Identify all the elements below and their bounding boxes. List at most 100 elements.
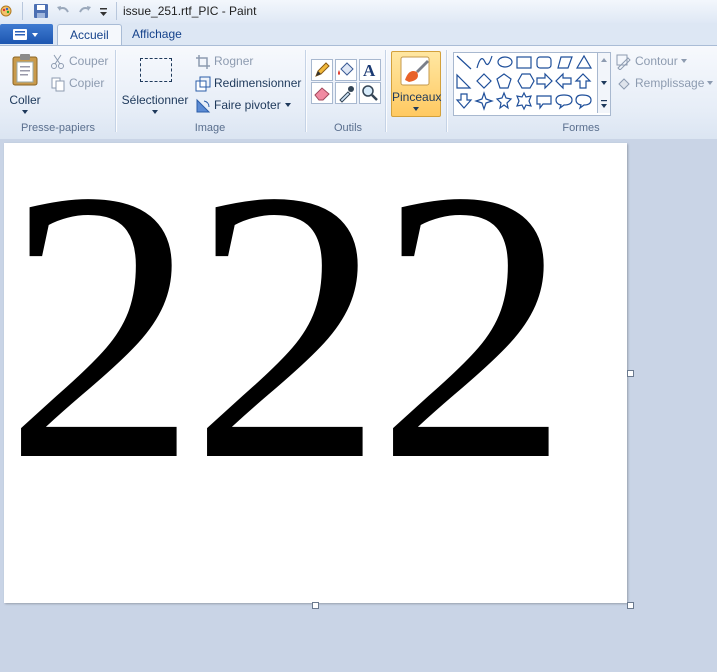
text-icon: A <box>363 61 376 80</box>
crop-label: Rogner <box>214 54 254 68</box>
paste-label: Coller <box>9 93 41 107</box>
arrow-right-shape-icon <box>536 72 553 90</box>
scroll-arrows-icon <box>601 58 607 108</box>
crop-button[interactable]: Rogner <box>195 52 253 70</box>
tools-group-label: Outils <box>333 122 363 134</box>
color-picker-tool[interactable] <box>335 82 357 104</box>
arrow-down-shape-icon <box>455 93 473 109</box>
rotate-button[interactable]: Faire pivoter <box>195 96 291 114</box>
group-divider <box>446 50 448 132</box>
brush-icon <box>400 56 430 86</box>
copy-icon <box>50 76 66 92</box>
ribbon: Coller Couper Copier Presse-papiers Séle… <box>0 45 717 140</box>
color-picker-icon <box>339 86 354 103</box>
hexagon-shape-icon <box>517 73 535 89</box>
clipboard-icon <box>12 54 38 86</box>
drawing-canvas[interactable]: 222 <box>4 143 627 603</box>
fill-shape-label: Remplissage <box>635 76 705 90</box>
divider <box>22 2 23 20</box>
select-label: Sélectionner <box>121 93 189 107</box>
title-bar: issue_251.rtf_PIC - Paint <box>0 0 717 24</box>
tab-accueil[interactable]: Accueil <box>57 24 122 46</box>
chevron-down-icon <box>680 59 687 63</box>
arrow-left-shape-icon <box>555 72 572 90</box>
arrow-up-shape-icon <box>574 73 592 89</box>
eraser-icon <box>314 87 330 101</box>
cloud-callout-shape-icon <box>575 94 592 110</box>
line-shape-icon <box>456 55 472 70</box>
magnifier-tool[interactable] <box>359 82 381 104</box>
triangle-shape-icon <box>575 54 593 69</box>
paint-app-icon[interactable] <box>0 3 16 19</box>
fill-icon <box>338 62 354 76</box>
shapes-gallery <box>453 52 611 116</box>
fill-shape-button[interactable]: Remplissage <box>616 74 714 92</box>
group-divider <box>385 50 387 132</box>
diamond-shape-icon <box>476 73 492 89</box>
redo-icon[interactable] <box>77 3 93 19</box>
drawing-workspace[interactable]: 222 <box>0 139 717 672</box>
divider <box>116 2 117 20</box>
curve-shape-icon <box>476 55 493 69</box>
ribbon-tab-row: Accueil Affichage <box>0 23 717 46</box>
resize-button[interactable]: Redimensionner <box>195 74 301 92</box>
brushes-button[interactable]: Pinceaux <box>391 51 441 117</box>
scissors-icon <box>50 54 66 70</box>
rotate-icon <box>195 98 211 114</box>
rounded-rectangle-shape-icon <box>536 56 552 69</box>
image-group-label: Image <box>194 122 226 134</box>
copy-button[interactable]: Copier <box>50 74 104 92</box>
rect-callout-shape-icon <box>536 95 552 110</box>
rectangle-shape-icon <box>516 56 532 69</box>
outline-icon <box>616 54 632 71</box>
customize-quick-access-icon[interactable] <box>98 3 114 19</box>
window-title: issue_251.rtf_PIC - Paint <box>123 4 257 18</box>
svg-text:A: A <box>363 61 376 80</box>
four-point-star-shape-icon <box>474 91 494 111</box>
six-point-star-shape-icon <box>516 91 532 111</box>
menu-icon <box>13 29 38 40</box>
save-icon[interactable] <box>33 3 49 19</box>
copy-label: Copier <box>69 76 105 90</box>
right-triangle-shape-icon <box>456 73 472 89</box>
pencil-tool[interactable] <box>311 59 333 81</box>
shapes-grid-icon <box>455 54 593 111</box>
chevron-down-icon <box>152 110 158 114</box>
crop-icon <box>195 54 211 70</box>
outline-label: Contour <box>635 54 678 68</box>
canvas-image-text: 222 <box>4 143 570 540</box>
eraser-tool[interactable] <box>311 82 333 104</box>
group-divider <box>305 50 307 132</box>
pentagon-shape-icon <box>496 73 512 89</box>
chevron-down-icon <box>284 103 291 107</box>
magnifier-icon <box>362 85 378 101</box>
oval-shape-icon <box>497 56 513 68</box>
paint-menu-button[interactable] <box>0 24 53 44</box>
canvas-resize-handle-corner[interactable] <box>627 602 634 609</box>
chevron-down-icon <box>22 110 28 114</box>
group-divider <box>115 50 117 132</box>
selection-rectangle-icon <box>140 58 172 82</box>
rotate-label: Faire pivoter <box>214 98 281 112</box>
cut-label: Couper <box>69 54 109 68</box>
oval-callout-shape-icon <box>555 94 573 110</box>
tab-affichage[interactable]: Affichage <box>120 24 194 45</box>
fill-bucket-icon <box>616 76 632 92</box>
resize-label: Redimensionner <box>214 76 302 90</box>
outline-button[interactable]: Contour <box>616 52 687 71</box>
canvas-resize-handle-right[interactable] <box>627 370 634 377</box>
resize-icon <box>195 76 211 92</box>
five-point-star-shape-icon <box>495 91 513 110</box>
clipboard-group-label: Presse-papiers <box>21 122 95 134</box>
cut-button[interactable]: Couper <box>50 52 108 70</box>
fill-tool[interactable] <box>335 59 357 81</box>
shapes-group-label: Formes <box>562 122 600 134</box>
canvas-resize-handle-bottom[interactable] <box>312 602 319 609</box>
brushes-label: Pinceaux <box>392 90 442 104</box>
undo-icon[interactable] <box>55 3 71 19</box>
chevron-down-icon <box>707 81 714 85</box>
select-button[interactable]: Sélectionner <box>121 50 189 116</box>
paste-button[interactable]: Coller <box>6 50 44 116</box>
shapes-scrollbar[interactable] <box>597 53 610 113</box>
text-tool[interactable]: A <box>359 59 381 81</box>
